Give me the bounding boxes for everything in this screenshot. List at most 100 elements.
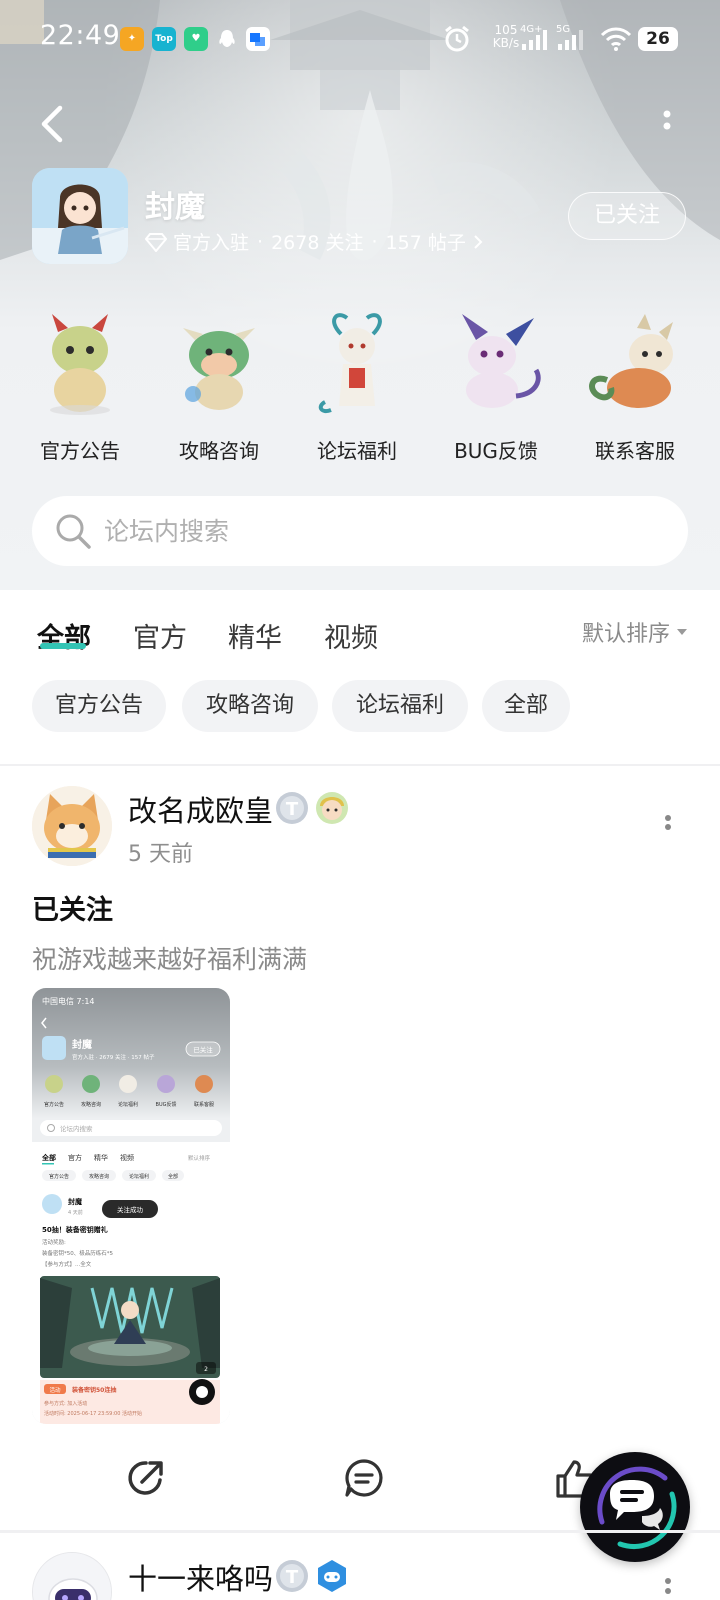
meta-separator: · — [257, 230, 264, 253]
post-author[interactable]: 改名成欧皇 — [128, 788, 273, 830]
category-label: 攻略咨询 — [179, 439, 259, 463]
map-app-icon: ✦ — [120, 27, 144, 51]
post-screenshot-thumbnail: 中国电信 7:14 封魔 官方入驻 · 2679 关注 · 157 帖子 已关注… — [32, 988, 230, 1424]
thumb-sort: 默认排序 — [188, 1154, 211, 1162]
level-badge-icon: T — [276, 792, 308, 824]
tab-official[interactable]: 官方 — [133, 616, 187, 655]
orange-dragon-mascot-icon — [589, 314, 673, 408]
category-strategy[interactable]: 攻略咨询 — [154, 310, 284, 470]
thumb-post-line: 【参与方式】...全文 — [42, 1260, 92, 1268]
more-options-button[interactable] — [652, 106, 682, 146]
follow-count: 2678 关注 — [271, 232, 364, 254]
forum-avatar — [32, 168, 128, 264]
thumb-toast-text: 关注成功 — [117, 1205, 144, 1214]
signal-icon-2 — [558, 30, 583, 50]
active-tab-indicator — [40, 643, 86, 649]
avatar[interactable] — [32, 786, 112, 866]
category-label: 联系客服 — [595, 439, 675, 463]
share-icon — [128, 1461, 163, 1495]
thumb-cat-icon — [119, 1075, 137, 1093]
vertical-dots-icon — [665, 815, 671, 830]
chevron-left-icon — [41, 105, 63, 143]
thumb-forum-avatar — [42, 1036, 66, 1060]
thumb-chip-label: 攻略咨询 — [89, 1173, 109, 1180]
thumb-cat-label: 官方公告 — [44, 1101, 64, 1108]
post-more-button[interactable] — [660, 814, 676, 840]
speed-value: 105 — [494, 23, 518, 37]
chevron-right-icon — [474, 234, 483, 249]
category-welfare[interactable]: 论坛福利 — [292, 310, 422, 470]
battery-level: 26 — [638, 27, 678, 51]
thumb-cat-icon — [45, 1075, 63, 1093]
chip-all[interactable]: 全部 — [482, 680, 570, 732]
sort-dropdown[interactable]: 默认排序 — [582, 616, 688, 648]
thumb-image-count: 2 — [204, 1366, 208, 1373]
purple-dragon-mascot-icon — [462, 314, 541, 408]
category-customer-service[interactable]: 联系客服 — [570, 310, 700, 470]
thumb-chip-label: 论坛福利 — [129, 1173, 149, 1180]
alipay-icon — [246, 27, 270, 51]
green-dragon-mascot-icon — [50, 314, 110, 415]
chip-official-notice[interactable]: 官方公告 — [32, 680, 166, 732]
search-icon — [56, 514, 91, 549]
category-row: 官方公告 攻略咨询 论坛福利 BUG反馈 联系客服 — [0, 310, 720, 470]
category-label: 论坛福利 — [317, 439, 397, 463]
thumb-event-tag-text: 活动 — [49, 1386, 61, 1394]
comment-button[interactable] — [342, 1456, 386, 1500]
thumb-cat-label: 论坛福利 — [118, 1101, 138, 1108]
next-post-author[interactable]: 十一来咯吗 — [128, 1556, 273, 1598]
verified-label: 官方入驻 — [173, 232, 250, 254]
category-official-notice[interactable]: 官方公告 — [15, 310, 145, 470]
chat-fab-button[interactable] — [580, 1452, 690, 1562]
level-badge-icon: T — [276, 1560, 308, 1592]
chip-welfare[interactable]: 论坛福利 — [332, 680, 468, 732]
grass-dragon-mascot-icon — [183, 328, 255, 410]
forum-name: 封魔 — [145, 190, 205, 225]
share-button[interactable] — [124, 1456, 168, 1500]
thumb-tab: 官方 — [68, 1153, 82, 1162]
thumb-event-line: 活动时间: 2025-06-17 23:59:00 活动开始 — [44, 1410, 142, 1417]
caret-down-icon — [677, 629, 688, 635]
thumb-user-avatar — [42, 1194, 62, 1214]
status-time: 22:49 — [40, 20, 121, 51]
category-label: 官方公告 — [40, 439, 120, 463]
vertical-dots-icon — [663, 110, 671, 130]
category-bug-report[interactable]: BUG反馈 — [431, 310, 561, 470]
thumb-chip-label: 全部 — [168, 1173, 178, 1180]
thumb-event-line: 参与方式: 加入活动 — [44, 1400, 87, 1407]
top-app-icon: Top — [152, 27, 176, 51]
diamond-icon — [145, 232, 167, 252]
post-body[interactable]: 祝游戏越来越好福利满满 — [32, 940, 307, 976]
forum-search-bar[interactable] — [32, 496, 688, 566]
thumb-tab: 全部 — [41, 1153, 56, 1162]
section-divider — [0, 764, 720, 766]
thumb-post-line: 活动奖励: — [42, 1238, 66, 1246]
back-button[interactable] — [34, 102, 74, 146]
search-input[interactable] — [104, 496, 664, 566]
svg-text:T: T — [286, 1567, 299, 1588]
wifi-icon — [600, 27, 632, 51]
thumb-user-time: 4 天前 — [68, 1209, 83, 1216]
tab-all[interactable]: 全部 — [37, 616, 91, 655]
sort-label: 默认排序 — [582, 622, 671, 647]
avatar[interactable] — [32, 1552, 112, 1600]
thumb-user-name: 封魔 — [68, 1197, 82, 1206]
tab-featured[interactable]: 精华 — [228, 616, 282, 655]
forum-meta: 官方入驻 · 2678 关注 · 157 帖子 — [145, 228, 484, 255]
thumb-post-title: 50抽！装备密钥赠礼 — [42, 1225, 108, 1234]
thumb-chip-label: 官方公告 — [49, 1173, 69, 1180]
thumb-cat-icon — [82, 1075, 100, 1093]
category-label: BUG反馈 — [454, 439, 538, 463]
thumb-cat-label: BUG反馈 — [156, 1101, 177, 1108]
follow-button[interactable]: 已关注 — [568, 192, 686, 240]
post-image[interactable]: 中国电信 7:14 封魔 官方入驻 · 2679 关注 · 157 帖子 已关注… — [32, 988, 230, 1424]
thumb-event-title: 装备密钥50连抽 — [71, 1386, 116, 1394]
thumb-search-text: 论坛内搜索 — [60, 1124, 93, 1133]
post-title[interactable]: 已关注 — [32, 888, 113, 927]
qq-icon — [215, 27, 239, 51]
tab-video[interactable]: 视频 — [324, 616, 378, 655]
chip-strategy[interactable]: 攻略咨询 — [182, 680, 318, 732]
white-dragon-mascot-icon — [318, 313, 382, 413]
shiba-avatar-image — [32, 786, 112, 866]
vertical-dots-icon[interactable] — [660, 1576, 676, 1600]
